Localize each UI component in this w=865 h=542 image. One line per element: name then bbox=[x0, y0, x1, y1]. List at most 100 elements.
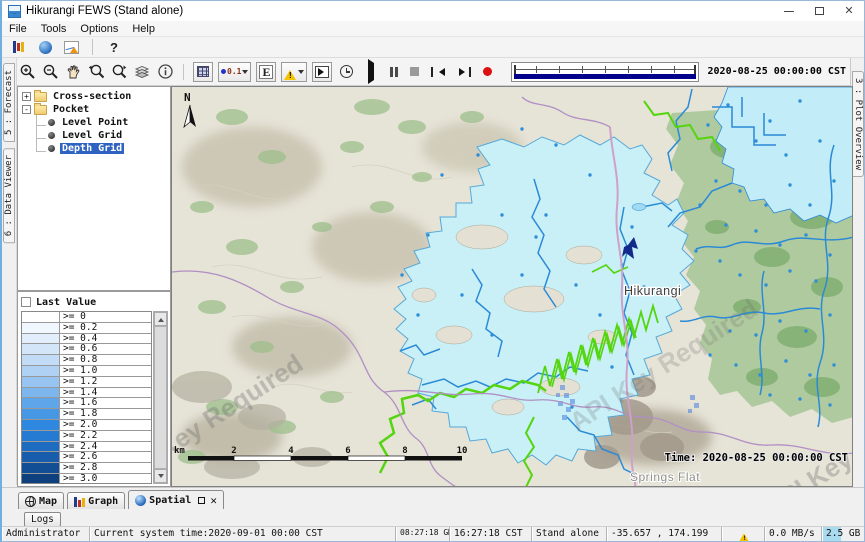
layers-icon[interactable] bbox=[133, 63, 151, 81]
legend-row[interactable]: >= 0.2 bbox=[22, 323, 151, 334]
tab-spatial-label: Spatial bbox=[149, 495, 191, 506]
pause-button[interactable] bbox=[390, 67, 398, 77]
legend-row-label: >= 0.6 bbox=[60, 344, 97, 354]
zoom-in-icon[interactable] bbox=[18, 63, 36, 81]
tree-expand-icon[interactable]: + bbox=[22, 92, 31, 101]
status-memory: 2.5 GB bbox=[822, 527, 865, 541]
tree-item-label[interactable]: Cross-section bbox=[51, 91, 133, 102]
tab-forecast[interactable]: 5 : Forecast bbox=[3, 63, 15, 142]
title-bar: Hikurangi FEWS (Stand alone) ✕ bbox=[2, 1, 864, 21]
skip-end-button[interactable] bbox=[457, 67, 471, 77]
legend-row-label: >= 1.8 bbox=[60, 409, 97, 419]
legend-row-label: >= 0 bbox=[60, 312, 86, 322]
map-canvas[interactable]: API Key Required API Key Required API Ke… bbox=[171, 86, 853, 487]
close-panel-icon[interactable]: ✕ bbox=[210, 495, 217, 506]
legend-row[interactable]: >= 1.2 bbox=[22, 377, 151, 388]
time-slider[interactable] bbox=[511, 62, 698, 82]
scale-unit-label: km bbox=[174, 446, 185, 456]
legend-color-swatch bbox=[22, 355, 60, 365]
chevron-down-icon bbox=[242, 70, 248, 77]
scroll-up-button[interactable] bbox=[154, 312, 167, 326]
maximize-icon bbox=[815, 7, 824, 15]
pan-hand-icon[interactable] bbox=[64, 63, 82, 81]
stop-button[interactable] bbox=[410, 67, 419, 76]
tree-item-label[interactable]: Pocket bbox=[51, 104, 91, 115]
labels-button[interactable]: E bbox=[256, 62, 276, 82]
animation-button[interactable] bbox=[312, 62, 332, 82]
bottom-panel: Map Graph Spatial ✕ Logs bbox=[2, 487, 864, 528]
map-toolbar: 0.1 E 2020-08-25 00:00:00 CST bbox=[2, 58, 850, 86]
database-stats-icon[interactable] bbox=[10, 38, 28, 56]
scale-tick: 10 bbox=[457, 446, 468, 456]
menu-options[interactable]: Options bbox=[73, 23, 125, 35]
map-display-icon[interactable] bbox=[36, 38, 54, 56]
close-button[interactable]: ✕ bbox=[834, 1, 864, 21]
legend-row-label: >= 2.8 bbox=[60, 463, 97, 473]
legend-row-label: >= 2.0 bbox=[60, 420, 97, 430]
scale-tick: 6 bbox=[345, 446, 350, 456]
scrollbar-thumb[interactable] bbox=[154, 326, 167, 469]
restore-panel-icon[interactable] bbox=[198, 497, 205, 504]
record-button[interactable] bbox=[483, 67, 492, 76]
info-icon[interactable] bbox=[156, 63, 174, 81]
tab-plot-overview[interactable]: 3 : Plot Overview bbox=[852, 71, 864, 177]
folder-icon bbox=[34, 105, 47, 115]
legend-color-swatch bbox=[22, 366, 60, 376]
zoom-previous-icon[interactable] bbox=[87, 63, 105, 81]
bullet-icon bbox=[48, 132, 55, 139]
legend-row-label: >= 2.2 bbox=[60, 431, 97, 441]
status-network-speed: 0.0 MB/s bbox=[765, 527, 822, 541]
legend-row[interactable]: >= 2.2 bbox=[22, 431, 151, 442]
timeseries-export-icon[interactable] bbox=[62, 38, 80, 56]
thresholds-dropdown[interactable] bbox=[281, 62, 307, 82]
legend-row-label: >= 2.4 bbox=[60, 442, 97, 452]
tree-row-selected[interactable]: Depth Grid bbox=[22, 142, 170, 155]
tree-row[interactable]: - Pocket bbox=[22, 103, 170, 116]
slider-rail bbox=[515, 69, 694, 70]
last-value-label: Last Value bbox=[36, 297, 96, 308]
tree-item-label[interactable]: Level Point bbox=[60, 117, 130, 128]
legend-scrollbar[interactable] bbox=[153, 311, 168, 484]
play-button[interactable] bbox=[366, 63, 378, 81]
tab-map[interactable]: Map bbox=[18, 492, 64, 509]
classbreaks-dropdown[interactable]: 0.1 bbox=[218, 62, 251, 82]
tree-item-label[interactable]: Depth Grid bbox=[60, 143, 124, 154]
tree-row[interactable]: + Cross-section bbox=[22, 90, 170, 103]
tab-graph[interactable]: Graph bbox=[67, 492, 125, 509]
town-label: Hikurangi bbox=[624, 284, 681, 298]
tab-data-viewer[interactable]: 6 : Data Viewer bbox=[3, 148, 15, 243]
legend-panel: Last Value >= 0 >= 0.2 >= 0.4 >= 0.6 >= … bbox=[17, 291, 171, 487]
help-icon[interactable]: ? bbox=[105, 38, 123, 56]
grid-display-button[interactable] bbox=[193, 62, 213, 82]
tab-spatial[interactable]: Spatial ✕ bbox=[128, 490, 224, 509]
threshold-value: 0.1 bbox=[227, 67, 241, 76]
scroll-down-button[interactable] bbox=[154, 469, 167, 483]
zoom-next-icon[interactable] bbox=[110, 63, 128, 81]
folder-icon bbox=[34, 92, 47, 102]
minimize-icon bbox=[784, 11, 794, 12]
animation-timer-icon[interactable] bbox=[337, 63, 355, 81]
tree-collapse-icon[interactable]: - bbox=[22, 105, 31, 114]
legend-row[interactable]: >= 3.0 bbox=[22, 474, 151, 484]
layer-tree-panel: + Cross-section - Pocket Level Point Lev… bbox=[17, 86, 171, 291]
menu-help[interactable]: Help bbox=[125, 23, 162, 35]
last-value-checkbox[interactable] bbox=[21, 297, 31, 307]
scale-tick: 4 bbox=[288, 446, 294, 456]
zoom-out-icon[interactable] bbox=[41, 63, 59, 81]
menu-tools[interactable]: Tools bbox=[34, 23, 74, 35]
menu-file[interactable]: File bbox=[2, 23, 34, 35]
minimize-button[interactable] bbox=[774, 1, 804, 21]
chevron-down-icon bbox=[298, 70, 304, 77]
legend-color-swatch bbox=[22, 323, 60, 333]
memory-gauge-label: 2.5 GB bbox=[826, 528, 860, 539]
tree-item-label[interactable]: Level Grid bbox=[60, 130, 124, 141]
bar-chart-icon bbox=[74, 496, 85, 507]
logs-button[interactable]: Logs bbox=[24, 512, 61, 527]
skip-start-button[interactable] bbox=[431, 67, 445, 77]
legend-color-swatch bbox=[22, 474, 60, 484]
maximize-button[interactable] bbox=[804, 1, 834, 21]
legend-color-swatch bbox=[22, 398, 60, 408]
legend-row-label: >= 1.6 bbox=[60, 398, 97, 408]
status-warning-cell[interactable] bbox=[722, 527, 765, 541]
map-time-label: Time: 2020-08-25 00:00:00 CST bbox=[665, 452, 848, 464]
